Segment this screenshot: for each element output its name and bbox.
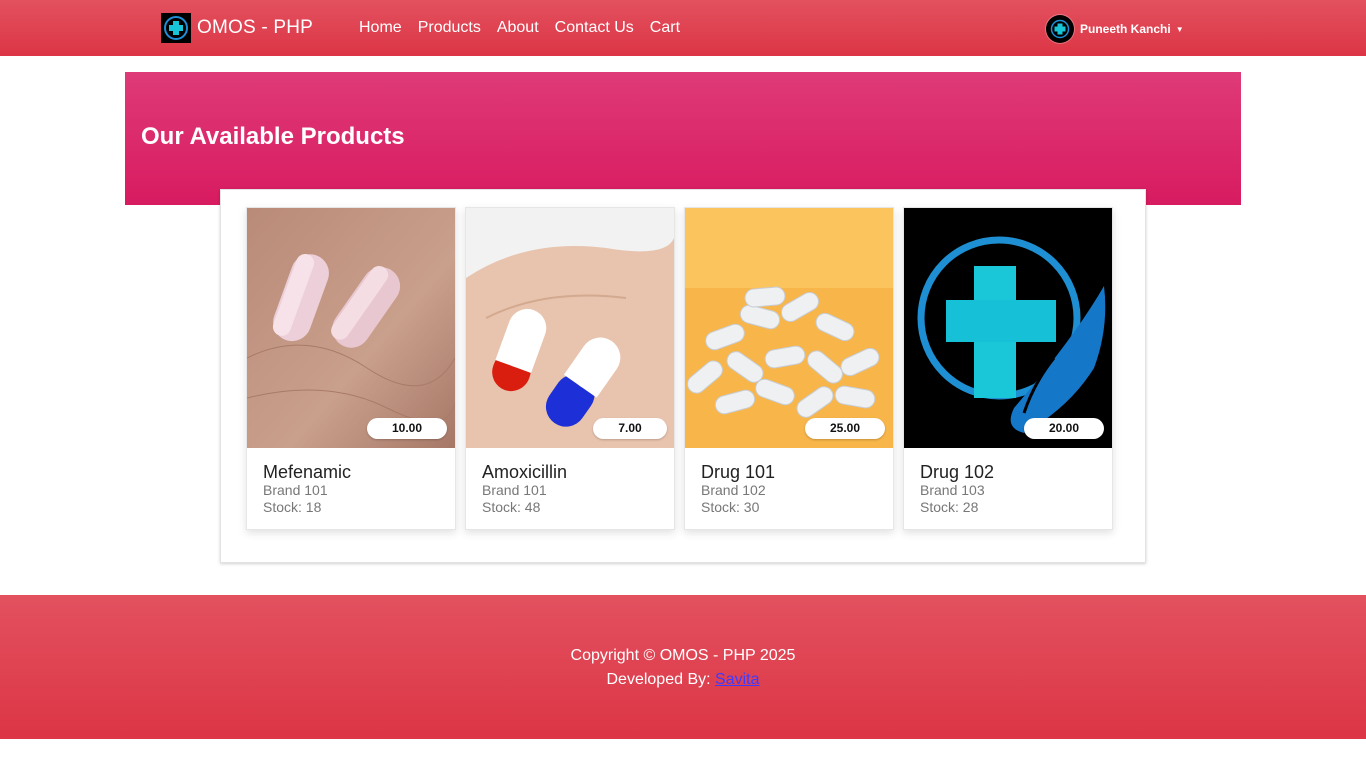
navbar: OMOS - PHP Home Products About Contact U… — [0, 0, 1366, 56]
product-stock: Stock: 18 — [263, 499, 322, 515]
product-name: Mefenamic — [263, 462, 352, 482]
product-name: Drug 102 — [920, 462, 995, 482]
nav-link-cart[interactable]: Cart — [650, 18, 680, 38]
nav-link-products[interactable]: Products — [418, 18, 481, 38]
medical-cross-icon — [1050, 19, 1070, 39]
avatar — [1046, 15, 1074, 43]
product-stock: Stock: 48 — [482, 499, 541, 515]
nav-link-home[interactable]: Home — [359, 18, 402, 38]
product-brand: Brand 101 — [263, 482, 328, 498]
nav-link-contact[interactable]: Contact Us — [555, 18, 634, 38]
product-image — [247, 208, 455, 448]
nav-link-about[interactable]: About — [497, 18, 539, 38]
products-panel: 10.00 Mefenamic Brand 101 Stock: 18 7.00… — [220, 189, 1146, 563]
product-card[interactable]: 7.00 Amoxicillin Brand 101 Stock: 48 — [465, 207, 675, 530]
price-badge: 7.00 — [593, 418, 667, 439]
developed-by-label: Developed By: — [606, 671, 711, 688]
user-menu-toggle[interactable]: Puneeth Kanchi ▼ — [1046, 15, 1184, 43]
product-image — [685, 208, 893, 448]
medical-cross-icon — [161, 13, 191, 43]
nav-menu: Home Products About Contact Us Cart — [359, 18, 696, 38]
product-brand: Brand 101 — [482, 482, 547, 498]
product-card[interactable]: 25.00 Drug 101 Brand 102 Stock: 30 — [684, 207, 894, 530]
caret-down-icon: ▼ — [1175, 24, 1184, 34]
product-brand: Brand 103 — [920, 482, 985, 498]
brand-name: OMOS - PHP — [197, 17, 314, 38]
price-badge: 25.00 — [805, 418, 885, 439]
product-stock: Stock: 30 — [701, 499, 760, 515]
product-image — [466, 208, 674, 448]
user-name: Puneeth Kanchi — [1080, 22, 1171, 36]
product-name: Drug 101 — [701, 462, 776, 482]
hero-banner: Our Available Products — [125, 72, 1241, 205]
footer: Copyright © OMOS - PHP 2025 Developed By… — [0, 595, 1366, 739]
product-card[interactable]: 10.00 Mefenamic Brand 101 Stock: 18 — [246, 207, 456, 530]
page-title: Our Available Products — [141, 123, 405, 150]
product-image — [904, 208, 1112, 448]
brand-link[interactable]: OMOS - PHP — [161, 13, 313, 43]
price-badge: 20.00 — [1024, 418, 1104, 439]
product-stock: Stock: 28 — [920, 499, 979, 515]
product-name: Amoxicillin — [482, 462, 568, 482]
medical-cross-icon — [904, 208, 1112, 448]
product-card[interactable]: 20.00 Drug 102 Brand 103 Stock: 28 — [903, 207, 1113, 530]
product-brand: Brand 102 — [701, 482, 766, 498]
price-badge: 10.00 — [367, 418, 447, 439]
developer-credit: Developed By: Savita — [0, 671, 1366, 689]
developer-link[interactable]: Savita — [715, 671, 759, 688]
copyright-text: Copyright © OMOS - PHP 2025 — [570, 647, 796, 664]
